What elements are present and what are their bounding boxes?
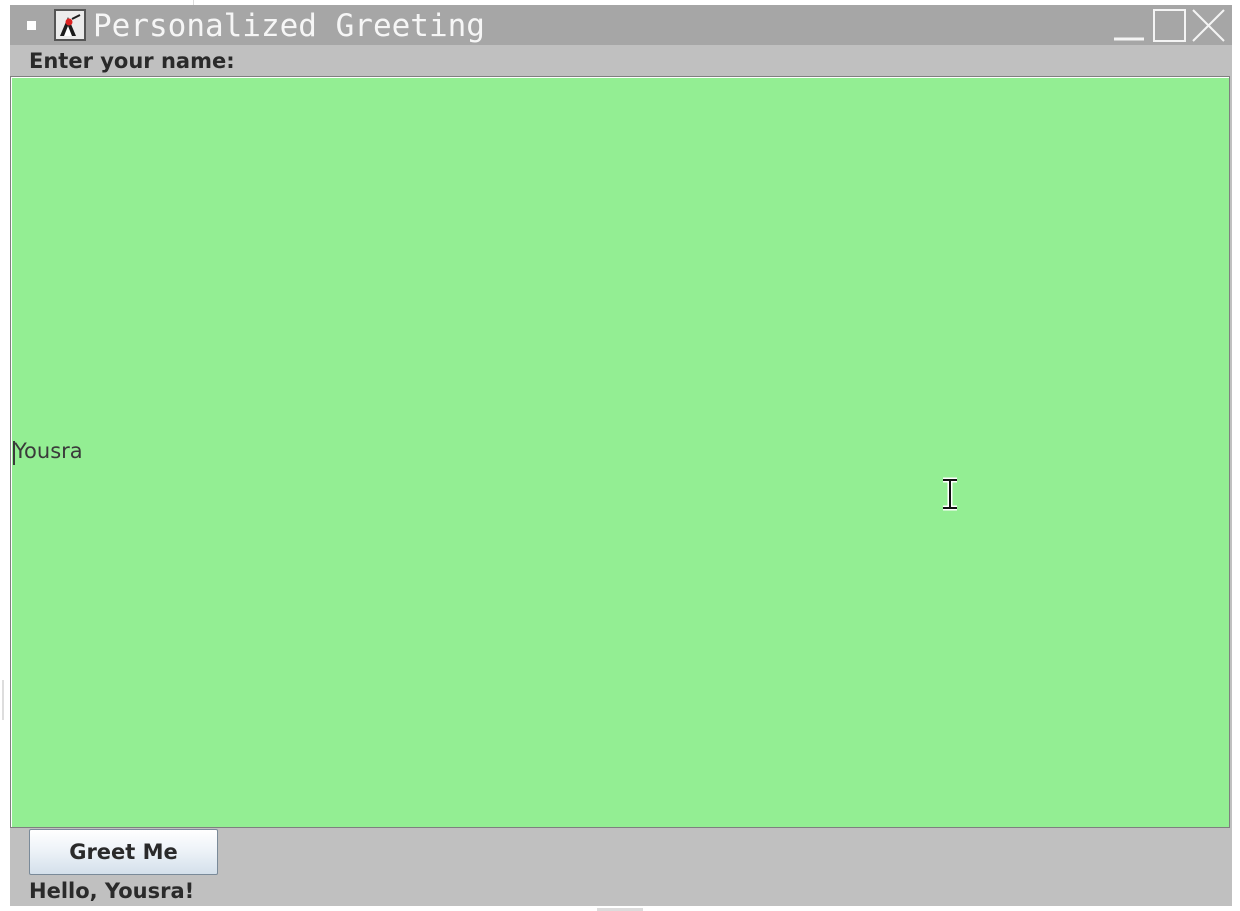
title-bar[interactable]: Personalized Greeting xyxy=(10,5,1232,45)
name-text-area[interactable]: Yousra xyxy=(10,76,1230,828)
system-menu-icon[interactable] xyxy=(27,21,36,30)
name-prompt-label: Enter your name: xyxy=(29,49,235,73)
greet-me-button[interactable]: Greet Me xyxy=(29,829,218,875)
greeting-window: Personalized Greeting Enter your name: Y… xyxy=(10,5,1232,906)
ibeam-cursor-icon xyxy=(938,477,962,511)
minimize-icon[interactable] xyxy=(1110,7,1146,43)
window-title: Personalized Greeting xyxy=(93,8,485,44)
java-duke-icon xyxy=(54,9,86,41)
background-edge xyxy=(2,680,4,720)
close-icon[interactable] xyxy=(1190,7,1226,43)
text-caret xyxy=(13,441,15,465)
name-text-value: Yousra xyxy=(14,439,83,463)
maximize-icon[interactable] xyxy=(1152,7,1188,43)
greeting-output-label: Hello, Yousra! xyxy=(29,879,195,903)
